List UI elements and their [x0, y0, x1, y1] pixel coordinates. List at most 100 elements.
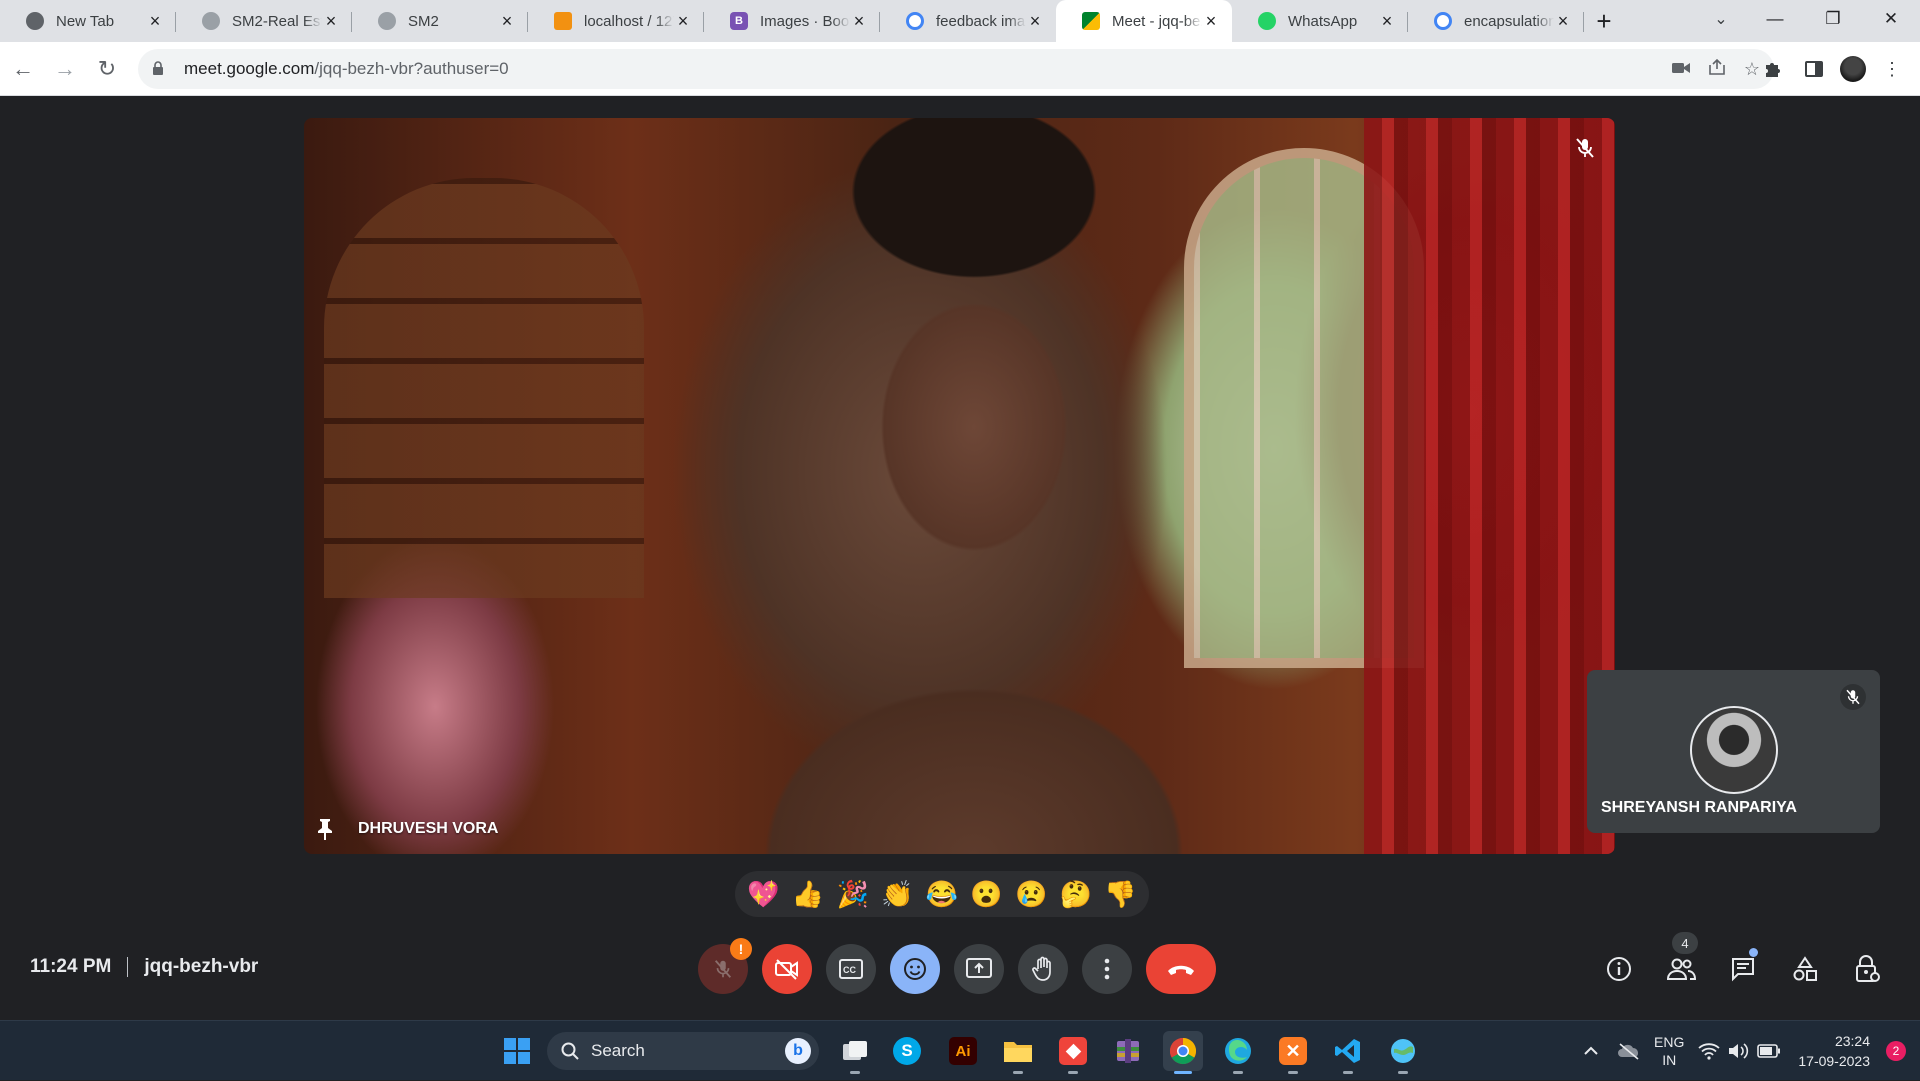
close-icon[interactable]: ×	[1554, 12, 1572, 30]
phpmyadmin-icon	[554, 12, 572, 30]
tab-title: encapsulation	[1464, 12, 1554, 30]
weather-icon[interactable]	[1383, 1031, 1423, 1074]
mic-off-icon	[1573, 136, 1597, 160]
winrar-icon[interactable]	[1108, 1031, 1148, 1071]
reaction-clapping[interactable]: 👏	[877, 874, 917, 914]
reaction-sparkling-heart[interactable]: 💖	[743, 874, 783, 914]
close-icon[interactable]: ×	[1202, 12, 1220, 30]
running-indicator	[1174, 1071, 1192, 1074]
search-placeholder: Search	[591, 1041, 645, 1060]
volume-icon[interactable]	[1724, 1042, 1754, 1060]
share-icon[interactable]	[1708, 58, 1726, 80]
chevron-up-icon[interactable]	[1576, 1046, 1606, 1056]
host-controls-button[interactable]	[1842, 944, 1892, 994]
windows-search-box[interactable]: Search b	[547, 1032, 819, 1070]
activities-button[interactable]	[1780, 944, 1830, 994]
chrome-icon[interactable]	[1163, 1031, 1203, 1074]
running-indicator	[1068, 1071, 1078, 1074]
back-arrow-icon[interactable]: ←	[4, 50, 42, 88]
tab-title: WhatsApp	[1288, 12, 1358, 30]
tab-meet[interactable]: Meet - jqq-bezh-vbr ×	[1056, 0, 1232, 42]
leave-call-button[interactable]	[1146, 944, 1216, 994]
language-code: ENG	[1654, 1034, 1685, 1050]
globe-icon	[378, 12, 396, 30]
side-panel-icon[interactable]	[1798, 53, 1830, 85]
new-tab-button[interactable]: +	[1584, 0, 1624, 42]
tab-bootstrap-images[interactable]: B Images · Bootstrap ×	[704, 0, 880, 42]
profile-avatar[interactable]	[1840, 56, 1866, 82]
tab-title: SM2	[408, 12, 439, 30]
window-close-icon[interactable]: ✕	[1862, 0, 1920, 38]
hand-icon	[1032, 956, 1051, 981]
tab-sm2-real-estate[interactable]: SM2-Real Estate ×	[176, 0, 352, 42]
chat-button[interactable]	[1718, 944, 1768, 994]
reaction-party-popper[interactable]: 🎉	[833, 874, 873, 914]
bing-icon[interactable]: b	[785, 1038, 811, 1064]
close-icon[interactable]: ×	[1378, 12, 1396, 30]
running-indicator	[1013, 1071, 1023, 1074]
tab-feedback-images[interactable]: feedback images ×	[880, 0, 1056, 42]
tab-new-tab[interactable]: New Tab ×	[0, 0, 176, 42]
captions-button[interactable]: CC	[826, 944, 876, 994]
running-indicator	[1343, 1071, 1353, 1074]
lock-icon[interactable]	[152, 60, 170, 78]
notification-badge[interactable]: 2	[1886, 1041, 1906, 1061]
pin-icon[interactable]	[316, 818, 334, 840]
reactions-button[interactable]	[890, 944, 940, 994]
start-icon[interactable]	[497, 1031, 537, 1071]
reaction-laughing[interactable]: 😂	[922, 874, 962, 914]
minimize-icon[interactable]: —	[1746, 0, 1804, 38]
battery-charging-icon[interactable]	[1754, 1044, 1784, 1058]
close-icon[interactable]: ×	[674, 12, 692, 30]
reaction-surprised[interactable]: 😮	[967, 874, 1007, 914]
wifi-icon[interactable]	[1694, 1042, 1724, 1060]
clock-date: 17-09-2023	[1798, 1053, 1870, 1069]
address-bar[interactable]: meet.google.com/jqq-bezh-vbr?authuser=0 …	[138, 49, 1774, 89]
mic-toggle-button[interactable]: !	[698, 938, 752, 994]
main-video-tile[interactable]: DHRUVESH VORA	[304, 118, 1615, 854]
file-explorer-icon[interactable]	[998, 1031, 1038, 1074]
input-language[interactable]: ENG IN	[1654, 1033, 1684, 1069]
reaction-thumbs-up[interactable]: 👍	[788, 874, 828, 914]
raise-hand-button[interactable]	[1018, 944, 1068, 994]
kebab-menu-icon[interactable]: ⋮	[1876, 53, 1908, 85]
close-icon[interactable]: ×	[498, 12, 516, 30]
close-icon[interactable]: ×	[322, 12, 340, 30]
edge-icon[interactable]	[1218, 1031, 1258, 1074]
system-clock[interactable]: 23:24 17-09-2023	[1798, 1031, 1870, 1071]
meeting-details-button[interactable]	[1594, 944, 1644, 994]
reaction-thinking[interactable]: 🤔	[1056, 874, 1096, 914]
xampp-icon[interactable]: ✕	[1273, 1031, 1313, 1074]
reaction-thumbs-down[interactable]: 👎	[1101, 874, 1141, 914]
more-options-button[interactable]	[1082, 944, 1132, 994]
extensions-puzzle-icon[interactable]	[1756, 53, 1788, 85]
close-icon[interactable]: ×	[146, 12, 164, 30]
self-video-tile[interactable]: SHREYANSH RANPARIYA	[1587, 670, 1880, 833]
tab-localhost[interactable]: localhost / 127 ×	[528, 0, 704, 42]
skype-icon[interactable]: S	[887, 1031, 927, 1071]
onedrive-offline-icon[interactable]	[1614, 1042, 1644, 1060]
people-button[interactable]: 4	[1656, 932, 1706, 994]
close-icon[interactable]: ×	[1026, 12, 1044, 30]
camera-toggle-button[interactable]	[762, 944, 812, 994]
tab-whatsapp[interactable]: WhatsApp ×	[1232, 0, 1408, 42]
restore-icon[interactable]: ❐	[1804, 0, 1862, 38]
reaction-crying[interactable]: 😢	[1011, 874, 1051, 914]
camera-permission-icon[interactable]	[1671, 59, 1690, 80]
whatsapp-icon	[1258, 12, 1276, 30]
tab-sm2[interactable]: SM2 ×	[352, 0, 528, 42]
reload-icon[interactable]: ↻	[88, 50, 126, 88]
tab-search-chevron-icon[interactable]: ⌄	[1706, 4, 1736, 34]
illustrator-icon[interactable]: Ai	[943, 1031, 983, 1071]
task-view-icon[interactable]	[835, 1031, 875, 1074]
forward-arrow-icon[interactable]: →	[46, 50, 84, 88]
tab-encapsulation[interactable]: encapsulation ×	[1408, 0, 1584, 42]
vscode-icon[interactable]	[1328, 1031, 1368, 1074]
close-icon[interactable]: ×	[850, 12, 868, 30]
lock-person-icon	[1856, 955, 1880, 982]
google-icon	[906, 12, 924, 30]
present-screen-button[interactable]	[954, 944, 1004, 994]
anydesk-icon[interactable]	[1053, 1031, 1093, 1074]
chat-icon	[1732, 958, 1754, 982]
activities-shapes-icon	[1793, 956, 1817, 981]
